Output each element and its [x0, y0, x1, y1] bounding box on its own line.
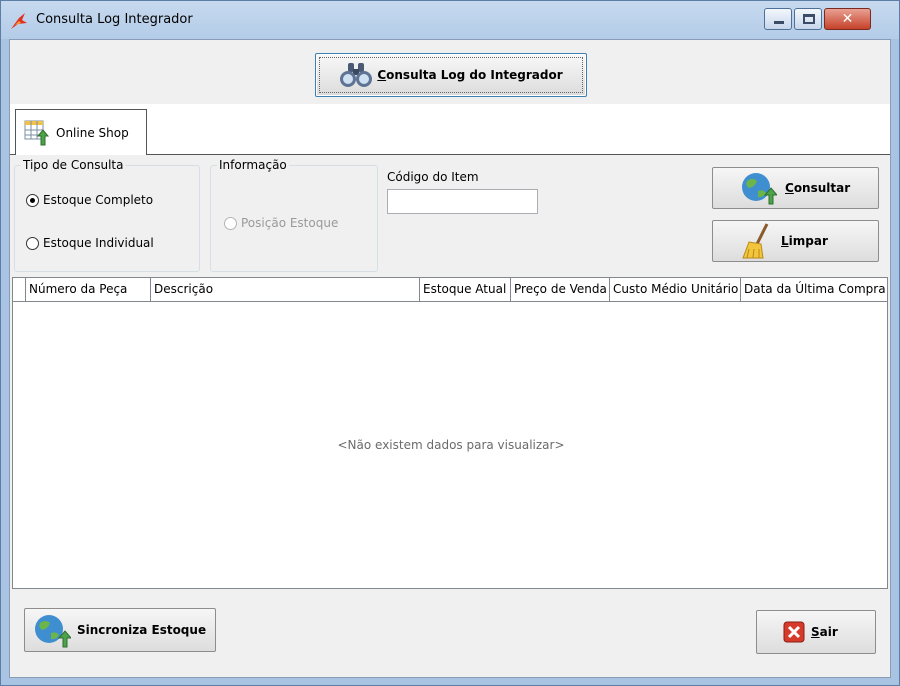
consultar-text: onsultar [793, 181, 851, 195]
tab-strip: Online Shop [10, 104, 890, 156]
radio-estoque-individual[interactable]: Estoque Individual [26, 236, 154, 250]
sincroniza-estoque-button[interactable]: Sincroniza Estoque [24, 608, 216, 652]
sair-button[interactable]: Sair [756, 610, 876, 654]
radio-estoque-individual-label: Estoque Individual [43, 236, 154, 250]
tab-online-shop[interactable]: Online Shop [15, 109, 147, 156]
consultar-label: Consultar [785, 181, 850, 195]
column-header-numero-da-peca[interactable]: Número da Peça [26, 278, 151, 301]
radio-estoque-completo-label: Estoque Completo [43, 193, 154, 207]
maximize-button[interactable] [794, 8, 822, 30]
close-icon: ✕ [841, 11, 854, 27]
broom-icon [742, 223, 769, 259]
row-indicator-header [13, 278, 26, 301]
radio-posicao-estoque-circle[interactable] [224, 216, 237, 230]
column-header-estoque-atual[interactable]: Estoque Atual [420, 278, 511, 301]
column-header-data-ultima-compra[interactable]: Data da Última Compra [741, 278, 886, 301]
window-title: Consulta Log Integrador [36, 12, 193, 27]
radio-posicao-estoque[interactable]: Posição Estoque [224, 216, 338, 230]
consultar-button[interactable]: Consultar [712, 167, 879, 209]
limpar-label: Limpar [781, 234, 828, 248]
maximize-icon [803, 14, 815, 24]
sair-mnemonic: S [811, 625, 820, 639]
codigo-do-item-input[interactable] [387, 189, 538, 214]
client-area: Consulta Log do Integrador Online Shop T… [9, 39, 891, 678]
main-window: Consulta Log Integrador ✕ Consulta Log d… [0, 0, 900, 686]
globe-upload-icon [742, 173, 777, 205]
sincroniza-estoque-label: Sincroniza Estoque [77, 623, 207, 637]
grid-upload-icon [24, 120, 50, 146]
limpar-button[interactable]: Limpar [712, 220, 879, 262]
grid-header-row: Número da Peça Descrição Estoque Atual P… [13, 278, 887, 302]
radio-estoque-completo-circle[interactable] [26, 193, 39, 207]
tipo-de-consulta-group: Tipo de Consulta [14, 158, 200, 272]
column-header-descricao[interactable]: Descrição [151, 278, 420, 301]
focus-ring [319, 57, 583, 93]
codigo-do-item-label: Código do Item [387, 170, 479, 184]
grid-empty-message: <Não existem dados para visualizar> [337, 438, 565, 452]
column-header-custo-medio-unitario[interactable]: Custo Médio Unitário [610, 278, 741, 301]
close-window-button[interactable]: ✕ [824, 8, 871, 30]
radio-estoque-completo[interactable]: Estoque Completo [26, 193, 153, 207]
tipo-de-consulta-legend: Tipo de Consulta [23, 158, 124, 172]
tab-panel-online-shop: Tipo de Consulta Estoque Completo Estoqu… [10, 155, 890, 677]
sair-text: air [819, 625, 838, 639]
sair-label: Sair [811, 625, 838, 639]
radio-posicao-estoque-label: Posição Estoque [241, 216, 339, 230]
minimize-icon [774, 21, 784, 24]
column-header-preco-de-venda[interactable]: Preço de Venda [511, 278, 610, 301]
limpar-text: impar [788, 234, 828, 248]
radio-estoque-individual-circle[interactable] [26, 236, 39, 250]
limpar-mnemonic: L [781, 234, 789, 248]
title-bar[interactable]: Consulta Log Integrador ✕ [1, 1, 899, 39]
close-red-icon [783, 621, 805, 643]
app-logo-icon [11, 13, 27, 29]
minimize-button[interactable] [764, 8, 792, 30]
consultar-mnemonic: C [785, 181, 794, 195]
consulta-log-integrador-button[interactable]: Consulta Log do Integrador [315, 53, 587, 97]
informacao-group: Informação [210, 158, 378, 272]
results-grid[interactable]: Número da Peça Descrição Estoque Atual P… [12, 277, 888, 589]
tab-online-shop-label: Online Shop [56, 126, 129, 140]
informacao-legend: Informação [219, 158, 287, 172]
globe-upload-icon [35, 615, 71, 648]
